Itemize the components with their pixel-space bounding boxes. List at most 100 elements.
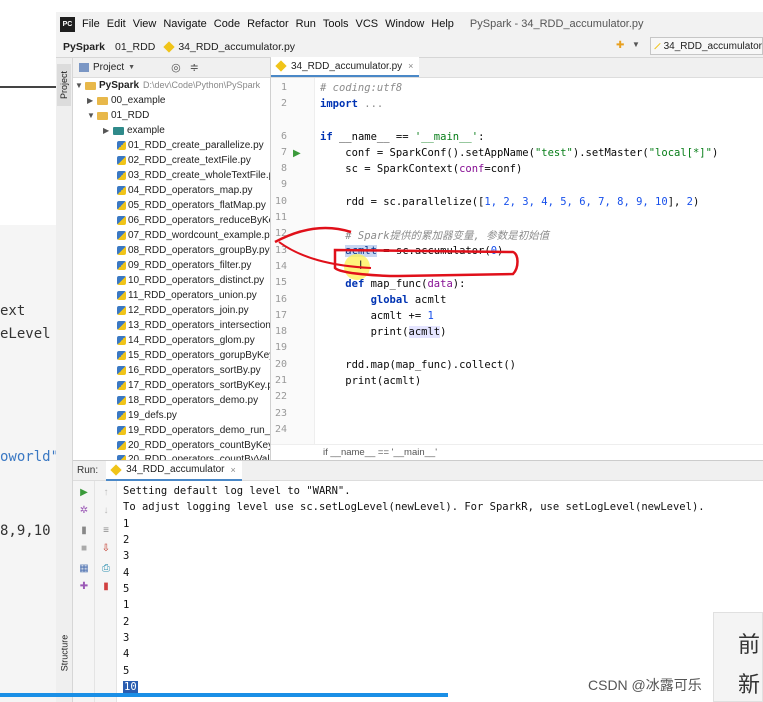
rerun-icon[interactable]: ▶ [78, 487, 90, 499]
menu-bar: PC File Edit View Navigate Code Refactor… [56, 12, 763, 36]
menu-window[interactable]: Window [385, 18, 424, 30]
code-line: sc = SparkContext(conf=conf) [320, 163, 522, 175]
project-tool-button[interactable]: Project [57, 64, 71, 106]
arrow-up-icon[interactable]: ↑ [100, 487, 112, 499]
editor-breadcrumb[interactable]: if __name__ == '__main__' [323, 447, 437, 458]
tree-file[interactable]: 14_RDD_operators_glom.py [117, 333, 255, 348]
tree-file[interactable]: 04_RDD_operators_map.py [117, 183, 253, 198]
ide-window: PC File Edit View Navigate Code Refactor… [56, 12, 763, 702]
code-token: acmlt += [320, 310, 428, 322]
code-token: acmlt [408, 294, 447, 306]
vcs-update-icon[interactable]: ✚ [616, 40, 630, 52]
collapse-all-icon[interactable]: ≑ [190, 61, 199, 74]
line-number: 19 [274, 342, 287, 353]
structure-tool-button[interactable]: Structure [57, 628, 71, 678]
video-progress-bar [0, 693, 448, 697]
pin-tab-icon[interactable]: ✚ [78, 581, 90, 593]
menu-help[interactable]: Help [431, 18, 454, 30]
tree-file[interactable]: 19_defs.py [117, 408, 177, 423]
chevron-down-icon[interactable]: ▼ [128, 64, 135, 71]
locate-target-icon[interactable]: ◎ [171, 61, 181, 74]
tree-file[interactable]: 03_RDD_create_wholeTextFile.py [117, 168, 270, 183]
editor-tab-bar: 34_RDD_accumulator.py × [271, 57, 763, 78]
annotation-box [333, 248, 519, 278]
tree-file[interactable]: 10_RDD_operators_distinct.py [117, 273, 264, 288]
tree-file[interactable]: 11_RDD_operators_union.py [117, 288, 257, 303]
menu-run[interactable]: Run [296, 18, 316, 30]
run-config-selector[interactable]: 34_RDD_accumulator [650, 37, 763, 55]
code-token: ).setMaster( [572, 147, 649, 159]
tree-file[interactable]: 12_RDD_operators_join.py [117, 303, 249, 318]
debug-settings-icon[interactable]: ✲ [78, 505, 90, 517]
tree-file-label: 06_RDD_operators_reduceByKey.py [128, 215, 270, 226]
menu-file[interactable]: File [82, 18, 100, 30]
tree-root-label: PySpark [99, 80, 140, 91]
tree-file[interactable]: 06_RDD_operators_reduceByKey.py [117, 213, 270, 228]
tree-file[interactable]: 18_RDD_operators_demo.py [117, 393, 258, 408]
menu-navigate[interactable]: Navigate [163, 18, 206, 30]
close-icon[interactable]: × [231, 465, 236, 475]
nav-crumb-project[interactable]: PySpark [63, 41, 105, 53]
tree-file[interactable]: 02_RDD_create_textFile.py [117, 153, 251, 168]
layout-icon[interactable]: ▦ [78, 563, 90, 575]
line-number: 8 [280, 163, 287, 174]
window-title: PySpark - 34_RDD_accumulator.py [469, 18, 644, 30]
line-number: 23 [274, 408, 287, 419]
menu-edit[interactable]: Edit [107, 18, 126, 30]
run-tab[interactable]: 34_RDD_accumulator × [106, 460, 242, 481]
python-file-icon [117, 171, 126, 180]
scroll-to-end-icon[interactable]: ⇩ [100, 543, 112, 555]
tree-file-label: 17_RDD_operators_sortByKey.py [128, 380, 271, 391]
tree-file[interactable]: 19_RDD_operators_demo_run_yarn.py [117, 423, 270, 438]
tree-file-label: 16_RDD_operators_sortBy.py [128, 365, 261, 376]
tree-file[interactable]: 07_RDD_wordcount_example.py [117, 228, 270, 243]
code-token: : [478, 131, 485, 143]
overlay-text: 新 [738, 672, 761, 697]
tree-file-label: 15_RDD_operators_gorupByKey.py [128, 350, 271, 361]
code-line: # coding:utf8 [320, 82, 403, 94]
project-panel-title[interactable]: Project [93, 62, 124, 73]
tree-file-label: 01_RDD_create_parallelize.py [128, 140, 264, 151]
code-editor: 34_RDD_accumulator.py × 1 2 6 7 8 9 10 1… [271, 57, 763, 460]
stop-icon[interactable]: ■ [78, 543, 90, 555]
editor-tab-active[interactable]: 34_RDD_accumulator.py × [271, 57, 420, 77]
menu-code[interactable]: Code [214, 18, 240, 30]
python-file-icon [117, 246, 126, 255]
python-file-icon [117, 321, 126, 330]
tree-file[interactable]: 20_RDD_operators_countByValue.py [117, 452, 270, 460]
tree-file[interactable]: 05_RDD_operators_flatMap.py [117, 198, 266, 213]
arrow-down-icon[interactable]: ↓ [100, 505, 112, 517]
close-icon[interactable]: × [408, 61, 413, 71]
tree-file[interactable]: 17_RDD_operators_sortByKey.py [117, 378, 271, 393]
python-file-icon [117, 201, 126, 210]
tree-file[interactable]: 08_RDD_operators_groupBy.py [117, 243, 270, 258]
menu-vcs[interactable]: VCS [356, 18, 379, 30]
nav-crumb-file[interactable]: 34_RDD_accumulator.py [163, 41, 295, 53]
tree-root-pyspark[interactable]: ▼ PySpark D:\dev\Code\Python\PySpark [75, 78, 260, 93]
run-config-label: 34_RDD_accumulator [663, 40, 762, 52]
tree-folder-example[interactable]: ▶ example [103, 123, 165, 138]
menu-view[interactable]: View [133, 18, 157, 30]
tree-file[interactable]: 01_RDD_create_parallelize.py [117, 138, 264, 153]
pause-icon[interactable]: ▮ [78, 525, 90, 537]
tree-file[interactable]: 13_RDD_operators_intersection.py [117, 318, 270, 333]
editor-breadcrumb-bar: if __name__ == '__main__' [271, 444, 763, 460]
console-line: 1 [123, 599, 130, 611]
tree-file[interactable]: 16_RDD_operators_sortBy.py [117, 363, 261, 378]
print-icon[interactable]: ⎙ [100, 563, 112, 575]
menu-refactor[interactable]: Refactor [247, 18, 289, 30]
nav-crumb-folder[interactable]: 01_RDD [115, 41, 155, 53]
tree-folder-00-example[interactable]: ▶ 00_example [87, 93, 165, 108]
tree-file[interactable]: 15_RDD_operators_gorupByKey.py [117, 348, 271, 363]
run-gutter-icon[interactable]: ▶ [293, 148, 301, 159]
code-token: global [370, 294, 409, 306]
tree-folder-01-rdd[interactable]: ▼ 01_RDD [87, 108, 149, 123]
line-number: 18 [274, 326, 287, 337]
chevron-down-icon[interactable]: ▼ [632, 40, 640, 49]
menu-tools[interactable]: Tools [323, 18, 349, 30]
tree-file[interactable]: 09_RDD_operators_filter.py [117, 258, 251, 273]
soft-wrap-icon[interactable]: ≡ [100, 525, 112, 537]
clear-all-icon[interactable]: ▮ [100, 581, 112, 593]
tree-file[interactable]: 20_RDD_operators_countByKey.py [117, 438, 270, 453]
folder-icon [97, 96, 108, 105]
